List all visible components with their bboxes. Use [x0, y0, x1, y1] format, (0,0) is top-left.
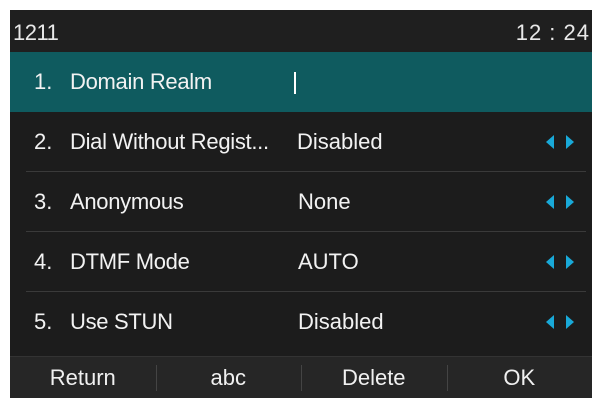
value-switcher[interactable]	[546, 253, 578, 271]
return-button[interactable]: Return	[10, 357, 156, 398]
list-item-use-stun[interactable]: 5. Use STUN Disabled	[10, 292, 592, 352]
item-number: 1.	[34, 69, 53, 94]
list-item-dtmf-mode[interactable]: 4. DTMF Mode AUTO	[10, 232, 592, 292]
status-bar: 1211 12 : 24	[10, 10, 592, 52]
item-value: None	[298, 189, 351, 214]
chevron-left-icon[interactable]	[546, 315, 554, 329]
softkey-bar: Return abc Delete OK	[10, 356, 592, 398]
item-number: 5.	[34, 309, 53, 334]
value-switcher[interactable]	[546, 133, 578, 151]
item-number: 3.	[34, 189, 53, 214]
chevron-right-icon[interactable]	[566, 255, 574, 269]
list-item-dial-without-registration[interactable]: 2. Dial Without Regist... Disabled	[10, 112, 592, 172]
item-label: Dial Without Regist...	[70, 129, 269, 154]
item-label: Domain Realm	[70, 69, 212, 94]
value-switcher[interactable]	[546, 193, 578, 211]
item-number: 4.	[34, 249, 53, 274]
list-item-anonymous[interactable]: 3. Anonymous None	[10, 172, 592, 232]
item-value: AUTO	[298, 249, 359, 274]
phone-screen: 1211 12 : 24 1. Domain Realm 2. Dial Wit…	[10, 10, 592, 398]
chevron-right-icon[interactable]	[566, 315, 574, 329]
account-label: 1211	[13, 20, 59, 45]
chevron-left-icon[interactable]	[546, 135, 554, 149]
list-item-domain-realm[interactable]: 1. Domain Realm	[10, 52, 592, 112]
chevron-left-icon[interactable]	[546, 255, 554, 269]
item-label: Use STUN	[70, 309, 173, 334]
chevron-left-icon[interactable]	[546, 195, 554, 209]
ok-button[interactable]: OK	[446, 357, 592, 398]
value-switcher[interactable]	[546, 313, 578, 331]
input-mode-button[interactable]: abc	[155, 357, 302, 398]
delete-button[interactable]: Delete	[301, 357, 447, 398]
item-value: Disabled	[297, 129, 383, 154]
item-value: Disabled	[298, 309, 384, 334]
chevron-right-icon[interactable]	[566, 135, 574, 149]
clock: 12 : 24	[515, 20, 590, 45]
chevron-right-icon[interactable]	[566, 195, 574, 209]
item-label: DTMF Mode	[70, 249, 190, 274]
item-label: Anonymous	[70, 189, 184, 214]
item-number: 2.	[34, 129, 53, 154]
settings-list: 1. Domain Realm 2. Dial Without Regist..…	[10, 52, 592, 352]
text-cursor	[294, 72, 296, 94]
